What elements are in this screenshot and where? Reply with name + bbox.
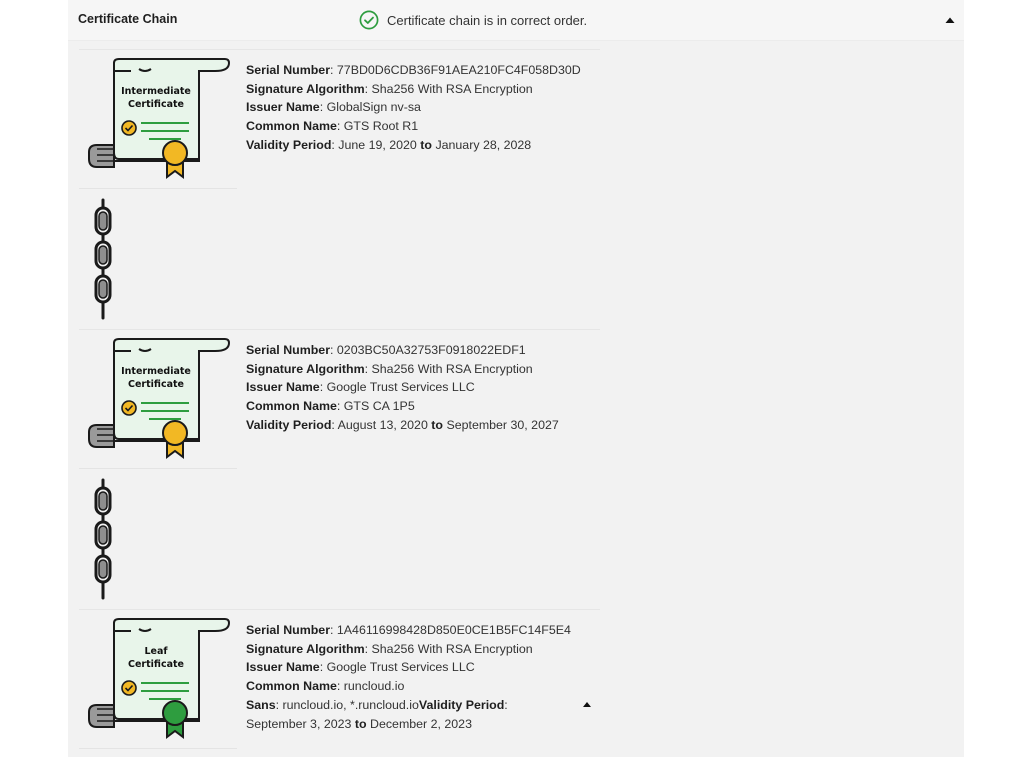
chain-link-icon [94, 198, 112, 320]
serial-value: 0203BC50A32753F0918022EDF1 [336, 343, 526, 357]
serial-row: Serial Number: 77BD0D6CDB36F91AEA210FC4F… [246, 63, 581, 77]
algorithm-row: Signature Algorithm: Sha256 With RSA Enc… [246, 641, 533, 656]
common-name-value: GTS Root R1 [343, 119, 419, 134]
common-name-row: Common Name: GTS CA 1P5 [246, 399, 415, 414]
certificate-illustration: Leaf Certificate [79, 609, 237, 749]
valid-from: June 19, 2020 [338, 137, 417, 152]
common-name-value: runcloud.io [343, 679, 405, 694]
issuer-value: Google Trust Services LLC [326, 660, 475, 675]
issuer-value: Google Trust Services LLC [326, 380, 475, 395]
certificate-chain-panel: Certificate Chain Certificate chain is i… [68, 0, 964, 757]
certificate-details: Serial Number: 0203BC50A32753F0918022EDF… [246, 341, 559, 435]
certificate-details: Serial Number: 1A46116998428D850E0CE1B5F… [246, 621, 571, 733]
seal-icon [162, 700, 188, 726]
algorithm-value: Sha256 With RSA Encryption [371, 641, 533, 656]
certificate-label-line1: Intermediate [121, 86, 191, 97]
algorithm-row: Signature Algorithm: Sha256 With RSA Enc… [246, 81, 533, 96]
scroll-certificate-icon: Leaf Certificate [88, 618, 231, 739]
serial-row: Serial Number: 0203BC50A32753F0918022EDF… [246, 343, 526, 357]
common-name-row: Common Name: runcloud.io [246, 679, 405, 694]
certificate-details: Serial Number: 77BD0D6CDB36F91AEA210FC4F… [246, 61, 581, 155]
issuer-row: Issuer Name: Google Trust Services LLC [246, 660, 475, 675]
panel-header[interactable]: Certificate Chain Certificate chain is i… [68, 0, 964, 41]
check-badge-icon [121, 120, 137, 136]
validity-row: Validity Period: June 19, 2020 to Januar… [246, 137, 532, 152]
certificate-illustration: Intermediate Certificate [79, 329, 237, 469]
seal-icon [162, 140, 188, 166]
check-circle-icon [359, 10, 379, 30]
common-name-value: GTS CA 1P5 [343, 399, 415, 414]
check-badge-icon [121, 400, 137, 416]
valid-to: September 30, 2027 [446, 417, 559, 432]
certificate-illustration: Intermediate Certificate [79, 49, 237, 189]
chain-status: Certificate chain is in correct order. [359, 10, 587, 30]
certificate-label-line1: Intermediate [121, 366, 191, 377]
valid-from: September 3, 2023 [246, 716, 352, 731]
serial-value: 1A46116998428D850E0CE1B5FC14F5E4 [336, 623, 571, 637]
caret-up-icon[interactable] [581, 699, 593, 709]
validity-row: September 3, 2023 to December 2, 2023 [246, 716, 472, 731]
scroll-certificate-icon: Intermediate Certificate [88, 338, 231, 459]
serial-row: Serial Number: 1A46116998428D850E0CE1B5F… [246, 623, 571, 637]
certificate-label-line1: Leaf [144, 646, 168, 657]
chain-status-text: Certificate chain is in correct order. [387, 12, 588, 28]
scroll-certificate-icon: Intermediate Certificate [88, 58, 231, 179]
algorithm-value: Sha256 With RSA Encryption [371, 361, 533, 376]
sans-value: runcloud.io, *.runcloud.io [282, 697, 419, 712]
valid-from: August 13, 2020 [337, 417, 428, 432]
validity-row: Validity Period: August 13, 2020 to Sept… [246, 417, 559, 432]
certificate-label-line2: Certificate [128, 379, 184, 390]
issuer-value: GlobalSign nv-sa [326, 100, 421, 115]
valid-to: December 2, 2023 [370, 716, 472, 731]
valid-to: January 28, 2028 [435, 137, 532, 152]
algorithm-row: Signature Algorithm: Sha256 With RSA Enc… [246, 361, 533, 376]
check-badge-icon [121, 680, 137, 696]
issuer-row: Issuer Name: Google Trust Services LLC [246, 380, 475, 395]
issuer-row: Issuer Name: GlobalSign nv-sa [246, 100, 421, 115]
sans-row: Sans: runcloud.io, *.runcloud.ioValidity… [246, 697, 508, 712]
algorithm-value: Sha256 With RSA Encryption [371, 81, 533, 96]
caret-up-icon[interactable] [942, 12, 958, 28]
panel-title: Certificate Chain [78, 12, 178, 26]
chain-link-icon [94, 478, 112, 600]
certificate-label-line2: Certificate [128, 659, 184, 670]
seal-icon [162, 420, 188, 446]
certificate-label-line2: Certificate [128, 99, 184, 110]
serial-value: 77BD0D6CDB36F91AEA210FC4F058D30D [336, 63, 581, 77]
common-name-row: Common Name: GTS Root R1 [246, 119, 419, 134]
